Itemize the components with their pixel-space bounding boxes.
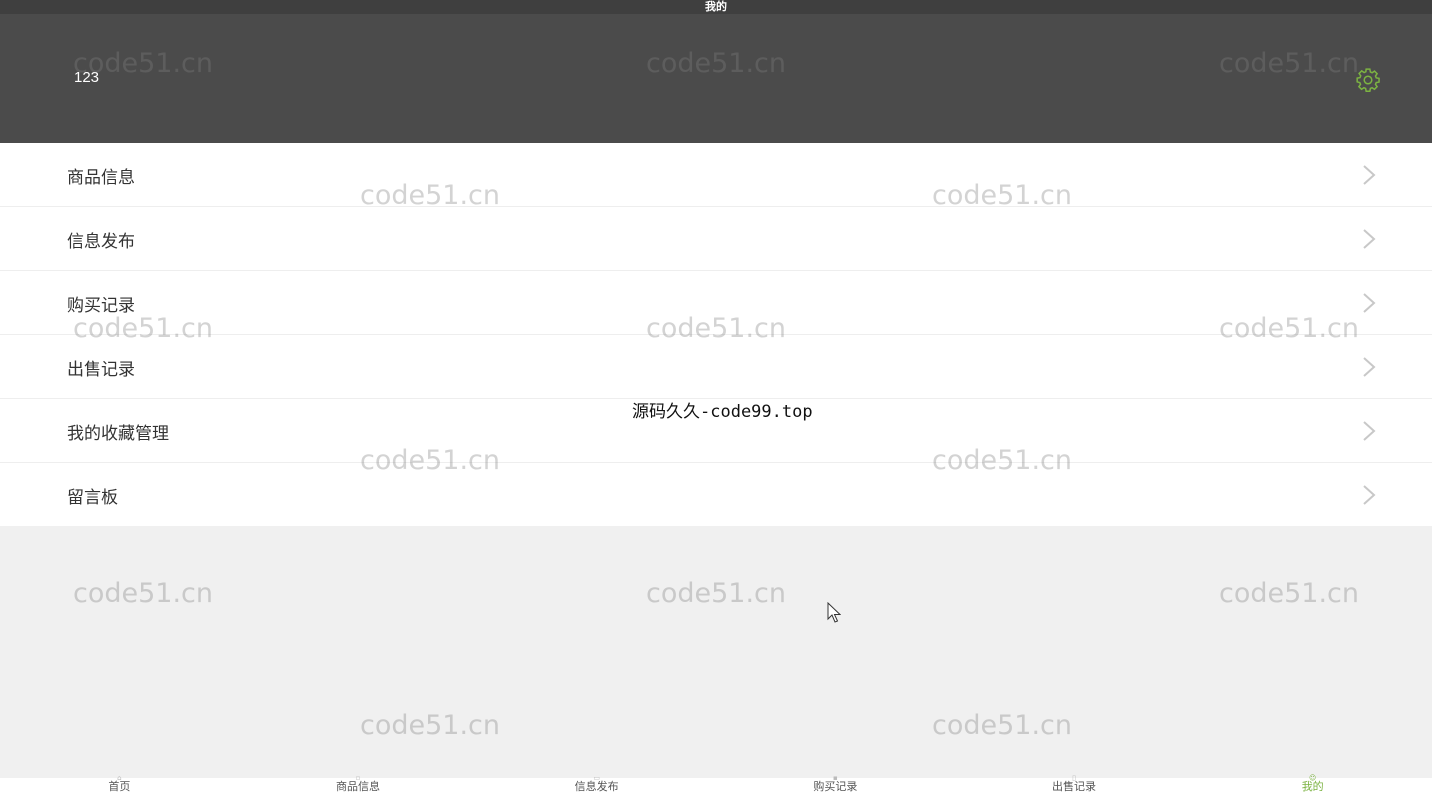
tab-publish[interactable]: ▭ 信息发布 (477, 774, 716, 794)
menu-list: 商品信息 信息发布 购买记录 出售记录 我的收藏管理 留言板 (0, 143, 1432, 526)
page: 我的 123 商品信息 信息发布 购买记录 出售记录 我的收藏管理 留言板 源码… (0, 0, 1432, 794)
tab-sale-records[interactable]: ▯ 出售记录 (955, 774, 1194, 794)
tab-label: 信息发布 (574, 780, 619, 793)
menu-item-label: 我的收藏管理 (67, 424, 169, 444)
menu-item-purchase-records[interactable]: 购买记录 (0, 271, 1432, 335)
watermark: code51.cn (1219, 578, 1360, 609)
tab-label: 首页 (108, 780, 131, 793)
site-banner-text: 源码久久-code99.top (632, 402, 813, 422)
bottom-tab-bar: ⌂ 首页 ▫ 商品信息 ▭ 信息发布 ▪ 购买记录 ▯ 出售记录 ☺ 我的 (0, 774, 1432, 794)
tab-label: 购买记录 (813, 780, 858, 793)
watermark: code51.cn (932, 710, 1073, 741)
tab-label: 出售记录 (1052, 780, 1097, 793)
menu-item-sale-records[interactable]: 出售记录 (0, 335, 1432, 399)
chevron-right-icon (1363, 421, 1376, 441)
gear-icon[interactable] (1355, 67, 1381, 93)
tab-label: 我的 (1301, 780, 1324, 793)
tab-home[interactable]: ⌂ 首页 (0, 774, 239, 794)
chevron-right-icon (1363, 485, 1376, 505)
menu-item-label: 信息发布 (67, 232, 135, 252)
menu-item-label: 购买记录 (67, 296, 135, 316)
tab-mine[interactable]: ☺ 我的 (1193, 774, 1432, 794)
chevron-right-icon (1363, 165, 1376, 185)
top-title-bar: 我的 (0, 0, 1432, 14)
username: 123 (74, 69, 100, 86)
profile-header: 123 (0, 14, 1432, 143)
menu-item-publish[interactable]: 信息发布 (0, 207, 1432, 271)
menu-item-message-board[interactable]: 留言板 (0, 463, 1432, 526)
menu-item-label: 留言板 (67, 488, 118, 508)
tab-purchase-records[interactable]: ▪ 购买记录 (716, 774, 955, 794)
menu-item-label: 出售记录 (67, 360, 135, 380)
page-title: 我的 (705, 0, 727, 13)
chevron-right-icon (1363, 229, 1376, 249)
watermark: code51.cn (73, 578, 214, 609)
menu-item-label: 商品信息 (67, 168, 135, 188)
watermark: code51.cn (646, 578, 787, 609)
chevron-right-icon (1363, 357, 1376, 377)
tab-label: 商品信息 (336, 780, 380, 793)
watermark: code51.cn (360, 710, 501, 741)
mouse-cursor-icon (827, 602, 841, 623)
chevron-right-icon (1363, 293, 1376, 313)
tab-goods-info[interactable]: ▫ 商品信息 (239, 774, 478, 794)
menu-item-goods-info[interactable]: 商品信息 (0, 143, 1432, 207)
